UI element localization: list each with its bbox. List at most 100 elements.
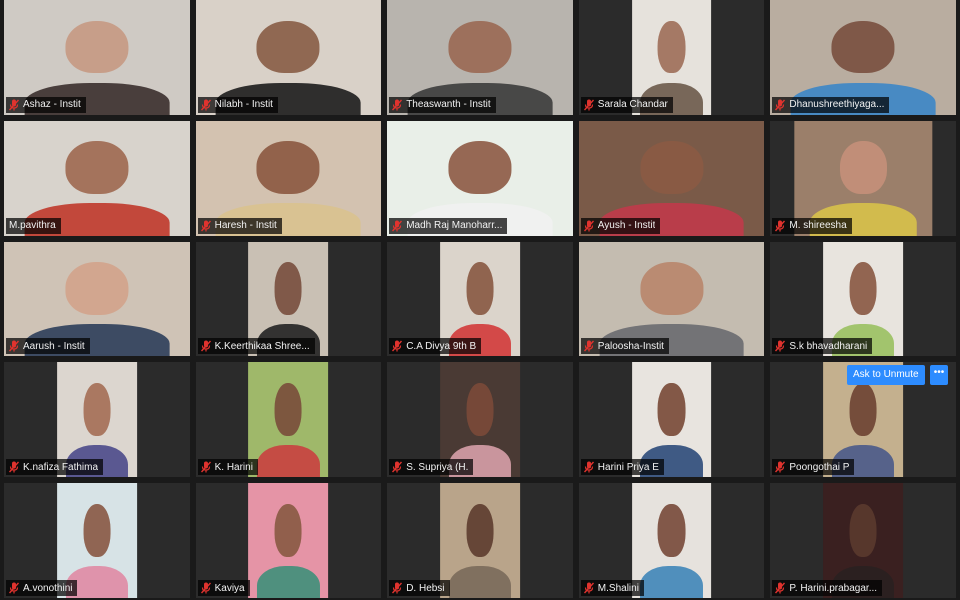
participant-name-label: Aarush - Instit — [6, 338, 90, 355]
participant-tile[interactable]: Dhanushreethiyaga... — [770, 0, 956, 115]
participant-name-label: Sarala Chandar — [580, 96, 673, 113]
participant-tile[interactable]: A.vonothini — [4, 483, 190, 598]
participant-name-label: Madh Raj Manoharr... — [389, 217, 508, 234]
participant-name-label: M.pavithra — [6, 217, 61, 234]
participant-name: Ashaz - Instit — [23, 99, 81, 111]
participant-name: M. shireesha — [789, 220, 847, 232]
participant-tile[interactable]: Haresh - Instit — [195, 120, 382, 236]
participant-name: P. Harini.prabagar... — [789, 582, 878, 594]
participant-name-label: Ashaz - Instit — [6, 96, 86, 113]
participant-face — [849, 262, 877, 316]
participant-name-label: M.Shalini — [580, 580, 644, 596]
participant-name-label: P. Harini.prabagar... — [772, 580, 883, 596]
participant-tile[interactable]: Nilabh - Instit — [195, 0, 382, 115]
participant-name: Aarush - Instit — [23, 340, 85, 352]
participant-tile[interactable]: M.pavithra — [4, 120, 190, 236]
participant-face — [839, 141, 887, 195]
participant-face — [658, 383, 686, 436]
participant-face — [65, 20, 129, 74]
participant-name-label: M. shireesha — [772, 217, 852, 234]
participant-name: A.vonothini — [23, 582, 73, 594]
participant-tile[interactable]: M. shireesha — [770, 120, 956, 236]
participant-face — [274, 503, 302, 557]
participant-face — [274, 383, 302, 436]
participant-torso — [640, 565, 703, 598]
participant-tile[interactable]: D. Hebsi — [387, 483, 573, 598]
participant-name: Madh Raj Manoharr... — [406, 220, 503, 232]
participant-tile[interactable]: Ayush - Instit — [578, 120, 765, 236]
muted-mic-icon — [200, 340, 211, 352]
participant-name-label: Theaswanth - Instit — [389, 96, 496, 113]
participant-tile[interactable]: Madh Raj Manoharr... — [387, 120, 573, 236]
participant-name: Dhanushreethiyaga... — [789, 99, 885, 111]
more-options-button[interactable]: ••• — [930, 365, 948, 385]
participant-name-label: Harini Priya E — [580, 459, 664, 476]
participant-name-label: K.Keerthikaa Shree... — [197, 338, 315, 355]
muted-mic-icon — [392, 340, 403, 352]
participant-face — [83, 503, 111, 557]
participant-torso — [257, 565, 320, 598]
participant-face — [256, 141, 320, 195]
participant-tile[interactable]: Sarala Chandar — [578, 0, 765, 115]
participant-face — [849, 383, 877, 436]
muted-mic-icon — [583, 461, 594, 473]
participant-face — [658, 20, 686, 74]
participant-name-label: Nilabh - Instit — [197, 96, 278, 113]
participant-name-label: Haresh - Instit — [197, 217, 282, 234]
muted-mic-icon — [583, 99, 594, 111]
participant-name: S. Supriya (H. — [406, 461, 469, 473]
participant-tile[interactable]: Aarush - Instit — [4, 241, 190, 357]
participant-name-label: S. Supriya (H. — [389, 459, 474, 476]
muted-mic-icon — [9, 461, 19, 473]
video-gallery: Ashaz - Instit Nilabh - Instit Theaswanth … — [0, 0, 960, 600]
participant-name-label: D. Hebsi — [389, 580, 450, 596]
muted-mic-icon — [9, 582, 19, 594]
participant-name: M.pavithra — [9, 220, 56, 232]
participant-name-label: Dhanushreethiyaga... — [772, 96, 890, 113]
participant-tile[interactable]: M.Shalini — [578, 483, 765, 598]
participant-name-label: K.nafiza Fathima — [6, 459, 104, 476]
participant-face — [658, 503, 686, 557]
participant-name: D. Hebsi — [406, 582, 445, 594]
participant-tile[interactable]: Kaviya — [195, 483, 382, 598]
participant-name: Kaviya — [214, 582, 245, 594]
participant-face — [65, 262, 129, 316]
participant-tile[interactable]: K.nafiza Fathima — [4, 362, 190, 478]
participant-name: Theaswanth - Instit — [406, 99, 491, 111]
participant-torso — [257, 445, 320, 478]
ask-to-unmute-button[interactable]: Ask to Unmute — [847, 365, 925, 385]
muted-mic-icon — [392, 461, 403, 473]
participant-tile[interactable]: Ashaz - Instit — [4, 0, 190, 115]
participant-name-label: Paloosha-Instit — [580, 338, 669, 355]
muted-mic-icon — [583, 340, 594, 352]
muted-mic-icon — [775, 582, 786, 594]
participant-tile[interactable]: C.A Divya 9th B — [387, 241, 573, 357]
participant-tile[interactable]: P. Harini.prabagar... — [770, 483, 956, 598]
muted-mic-icon — [200, 461, 211, 473]
participant-name: M.Shalini — [597, 582, 639, 594]
muted-mic-icon — [200, 99, 211, 111]
participant-face — [256, 20, 320, 74]
participant-face — [65, 141, 129, 195]
participant-name-label: K. Harini — [197, 459, 258, 476]
participant-face — [640, 262, 704, 316]
participant-name: Ayush - Instit — [597, 220, 656, 232]
participant-tile[interactable]: S.k bhavadharani — [770, 241, 956, 357]
participant-face — [448, 141, 512, 195]
participant-tile[interactable]: Theaswanth - Instit — [387, 0, 573, 115]
participant-tile[interactable]: S. Supriya (H. — [387, 362, 573, 478]
participant-tile[interactable]: K.Keerthikaa Shree... — [195, 241, 382, 357]
participant-name-label: S.k bhavadharani — [772, 338, 873, 355]
participant-tile[interactable]: Paloosha-Instit — [578, 241, 765, 357]
participant-name: Poongothai P — [789, 461, 850, 473]
participant-tile[interactable]: K. Harini — [195, 362, 382, 478]
participant-name-label: C.A Divya 9th B — [389, 338, 482, 355]
participant-name: K. Harini — [214, 461, 253, 473]
muted-mic-icon — [9, 99, 19, 111]
muted-mic-icon — [775, 220, 786, 232]
participant-video — [440, 483, 520, 598]
muted-mic-icon — [392, 220, 403, 232]
participant-name: Paloosha-Instit — [597, 340, 664, 352]
participant-tile[interactable]: Harini Priya E — [578, 362, 765, 478]
muted-mic-icon — [392, 99, 403, 111]
